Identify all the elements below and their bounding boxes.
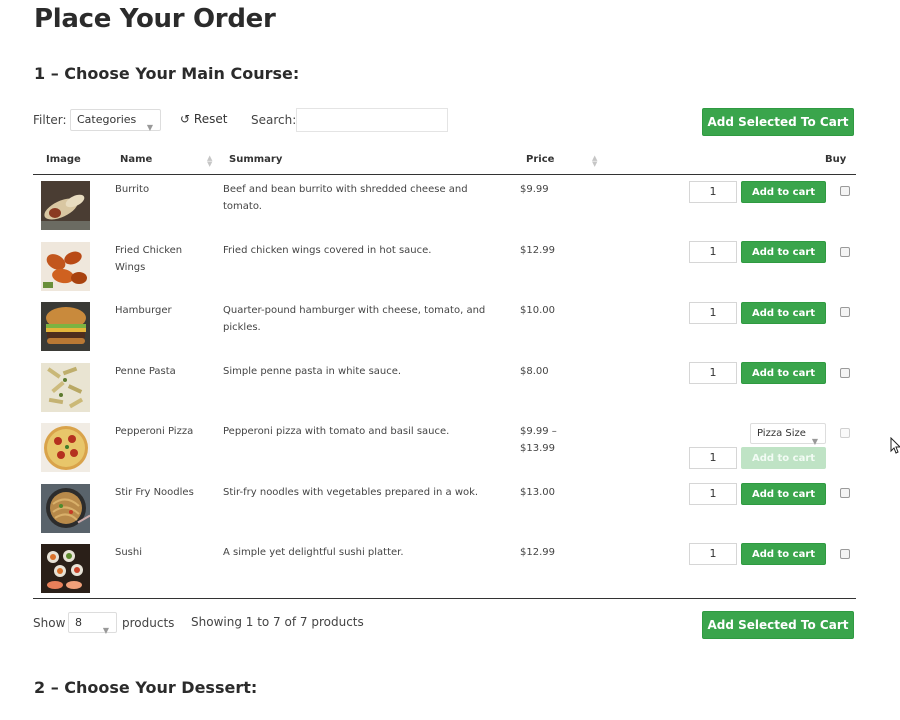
filter-label: Filter: [33,113,67,127]
add-selected-to-cart-button-bottom[interactable]: Add Selected To Cart [702,611,854,639]
product-price: $10.00 [520,305,555,316]
add-to-cart-button[interactable]: Add to cart [741,241,826,263]
pizza-size-value: Pizza Size [757,428,806,439]
product-name[interactable]: Penne Pasta [115,363,176,380]
column-header-summary: Summary [229,154,283,165]
mouse-cursor-icon [890,437,900,454]
product-price: $9.99 – $13.99 [520,426,557,454]
category-filter-select[interactable]: Categories ▼ [70,109,161,132]
reset-icon: ↺ [180,112,191,126]
buy-checkbox[interactable] [840,428,850,438]
quantity-input[interactable]: 1 [689,302,737,324]
reset-button[interactable]: ↺ Reset [180,112,227,126]
penne-pasta-photo [41,363,90,412]
product-summary: Stir-fry noodles with vegetables prepare… [223,487,479,498]
sort-icon[interactable]: ▲ ▼ [207,155,212,168]
pizza-photo [41,423,90,472]
noodles-photo [41,484,90,533]
search-input[interactable] [296,108,448,132]
add-selected-to-cart-button-top[interactable]: Add Selected To Cart [702,108,854,136]
quantity-input[interactable]: 1 [689,181,737,203]
table-footer-divider [33,598,856,599]
buy-checkbox[interactable] [840,488,850,498]
page-title: Place Your Order [34,4,276,34]
section-title-main-course: 1 – Choose Your Main Course: [34,64,300,83]
buy-checkbox[interactable] [840,247,850,257]
add-to-cart-button[interactable]: Add to cart [741,302,826,324]
add-to-cart-button[interactable]: Add to cart [741,483,826,505]
add-to-cart-button[interactable]: Add to cart [741,362,826,384]
product-name[interactable]: Fried Chicken Wings [115,242,195,276]
showing-count-text: Showing 1 to 7 of 7 products [191,615,364,629]
product-price: $12.99 [520,547,555,558]
quantity-input[interactable]: 1 [689,241,737,263]
quantity-input[interactable]: 1 [689,447,737,469]
column-header-price[interactable]: Price [526,154,554,165]
product-summary: Simple penne pasta in white sauce. [223,366,402,377]
sushi-photo [41,544,90,593]
product-name[interactable]: Sushi [115,544,142,561]
product-name[interactable]: Burrito [115,181,149,198]
product-name[interactable]: Hamburger [115,302,172,319]
product-summary: Beef and bean burrito with shredded chee… [223,184,468,212]
show-label: Show [33,616,66,630]
product-price: $8.00 [520,366,549,377]
burrito-photo [41,181,90,230]
product-summary: Fried chicken wings covered in hot sauce… [223,245,432,256]
sort-icon[interactable]: ▲ ▼ [592,155,597,168]
add-to-cart-button[interactable]: Add to cart [741,447,826,469]
add-to-cart-button[interactable]: Add to cart [741,181,826,203]
quantity-input[interactable]: 1 [689,543,737,565]
pizza-size-select[interactable]: Pizza Size ▼ [750,423,826,446]
hamburger-photo [41,302,90,351]
product-price: $12.99 [520,245,555,256]
add-to-cart-button[interactable]: Add to cart [741,543,826,565]
section-title-dessert: 2 – Choose Your Dessert: [34,678,258,697]
reset-label: Reset [193,112,228,126]
quantity-input[interactable]: 1 [689,483,737,505]
chicken-wings-photo [41,242,90,291]
product-summary: A simple yet delightful sushi platter. [223,547,404,558]
buy-checkbox[interactable] [840,368,850,378]
product-summary: Pepperoni pizza with tomato and basil sa… [223,426,450,437]
products-per-page-value: 8 [75,616,82,629]
product-name[interactable]: Stir Fry Noodles [115,484,194,501]
buy-checkbox[interactable] [840,549,850,559]
search-label: Search: [251,113,297,127]
chevron-down-icon: ▼ [102,625,109,635]
product-summary: Quarter-pound hamburger with cheese, tom… [223,305,486,333]
chevron-down-icon: ▼ [146,123,153,132]
buy-checkbox[interactable] [840,307,850,317]
buy-checkbox[interactable] [840,186,850,196]
products-per-page-select[interactable]: 8 ▼ [68,612,117,635]
product-name[interactable]: Pepperoni Pizza [115,423,193,440]
quantity-input[interactable]: 1 [689,362,737,384]
column-header-name[interactable]: Name [120,154,152,165]
products-label: products [122,616,175,630]
category-filter-value: Categories [77,113,137,126]
product-price: $13.00 [520,487,555,498]
table-header-divider [33,174,856,175]
column-header-buy: Buy [825,154,847,165]
product-price: $9.99 [520,184,549,195]
column-header-image: Image [46,154,81,165]
